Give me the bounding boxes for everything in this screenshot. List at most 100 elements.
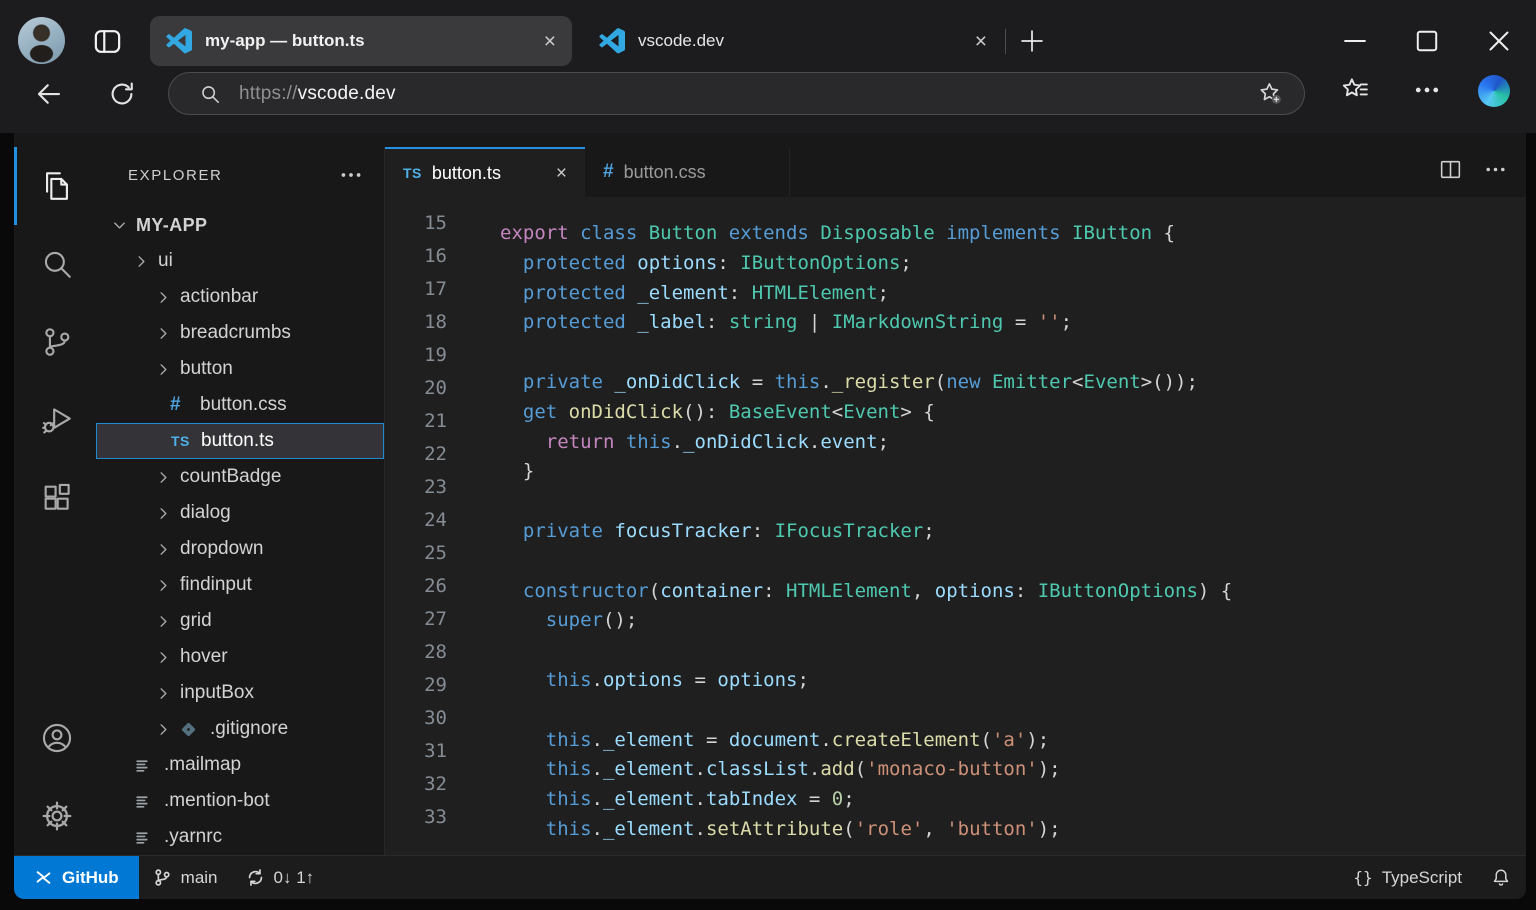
code-line[interactable]: this._element.classList.add('monaco-butt… xyxy=(500,755,1526,785)
settings-gear-icon[interactable] xyxy=(14,777,96,855)
window-close-button[interactable] xyxy=(1482,24,1516,58)
split-editor-icon[interactable] xyxy=(1438,157,1463,187)
editor-tab-button-css[interactable]: # button.css xyxy=(585,147,790,197)
tab-close-icon[interactable]: × xyxy=(556,164,567,183)
tree-item-label: .mention-bot xyxy=(164,790,270,812)
code-line[interactable]: constructor(container: HTMLElement, opti… xyxy=(500,577,1526,607)
tree-item-grid[interactable]: grid xyxy=(96,603,384,639)
code-line[interactable]: protected options: IButtonOptions; xyxy=(500,249,1526,279)
line-number: 29 xyxy=(385,669,447,702)
tree-root-my-app[interactable]: MY-APP xyxy=(96,207,384,243)
code-line[interactable]: this._element.tabIndex = 0; xyxy=(500,785,1526,815)
code-line[interactable]: this._element = document.createElement('… xyxy=(500,726,1526,756)
tree-item-label: .mailmap xyxy=(164,754,241,776)
browser-tab-active[interactable]: my-app — button.ts × xyxy=(150,16,572,66)
code-line[interactable] xyxy=(500,636,1526,666)
explorer-more-actions-icon[interactable] xyxy=(338,162,364,188)
code-editor[interactable]: 15161718192021222324252627282930313233 e… xyxy=(385,197,1526,855)
tree-item-label: ui xyxy=(158,250,173,272)
chevron-right-icon xyxy=(156,541,180,557)
tree-item-dot-mailmap[interactable]: .mailmap xyxy=(96,747,384,783)
tree-item-dot-gitignore[interactable]: .gitignore xyxy=(96,711,384,747)
chevron-right-icon xyxy=(156,361,180,377)
code-line[interactable] xyxy=(500,547,1526,577)
tree-item-ui[interactable]: ui xyxy=(96,243,384,279)
chevron-right-icon xyxy=(156,649,180,665)
tree-item-hover[interactable]: hover xyxy=(96,639,384,675)
editor-more-actions-icon[interactable] xyxy=(1483,157,1508,187)
tree-item-breadcrumbs[interactable]: breadcrumbs xyxy=(96,315,384,351)
notifications-item[interactable] xyxy=(1476,856,1526,899)
code-line[interactable]: } xyxy=(500,457,1526,487)
tree-item-dot-mention-bot[interactable]: .mention-bot xyxy=(96,783,384,819)
tree-item-actionbar[interactable]: actionbar xyxy=(96,279,384,315)
refresh-icon[interactable] xyxy=(107,79,137,109)
tree-item-countBadge[interactable]: countBadge xyxy=(96,459,384,495)
sync-status-item[interactable]: 0↓ 1↑ xyxy=(232,856,329,899)
address-bar[interactable]: https://vscode.dev xyxy=(168,72,1305,115)
language-mode-item[interactable]: {} TypeScript xyxy=(1339,856,1476,899)
code-line[interactable]: protected _element: HTMLElement; xyxy=(500,279,1526,309)
file-tree: MY-APP ui actionbar breadcrumbs button #butt… xyxy=(96,203,384,855)
browser-tab-strip: my-app — button.ts × vscode.dev × xyxy=(0,0,1536,83)
workspaces-icon[interactable] xyxy=(92,26,123,57)
code-line[interactable]: this._element.setAttribute('role', 'butt… xyxy=(500,815,1526,845)
tree-item-inputBox[interactable]: inputBox xyxy=(96,675,384,711)
favorites-bar-icon[interactable] xyxy=(1340,75,1370,105)
line-number: 21 xyxy=(385,405,447,438)
code-line[interactable] xyxy=(500,338,1526,368)
chevron-right-icon xyxy=(156,469,180,485)
browser-menu-icon[interactable] xyxy=(1412,75,1442,105)
window-maximize-button[interactable] xyxy=(1410,24,1444,58)
tree-item-button.ts[interactable]: TSbutton.ts xyxy=(96,423,384,459)
tree-item-label: countBadge xyxy=(180,466,281,488)
sync-counts: 0↓ 1↑ xyxy=(274,868,315,888)
line-number: 23 xyxy=(385,471,447,504)
search-sidebar-icon[interactable] xyxy=(14,225,96,303)
explorer-icon[interactable] xyxy=(14,147,96,225)
extensions-icon[interactable] xyxy=(14,459,96,537)
tab-close-icon[interactable]: × xyxy=(975,31,987,52)
code-line[interactable]: private focusTracker: IFocusTracker; xyxy=(500,517,1526,547)
branch-status-item[interactable]: main xyxy=(139,856,232,899)
line-number: 26 xyxy=(385,570,447,603)
browser-tab-inactive[interactable]: vscode.dev × xyxy=(593,16,993,66)
tree-item-dot-yarnrc[interactable]: .yarnrc xyxy=(96,819,384,855)
tree-item-button.css[interactable]: #button.css xyxy=(96,387,384,423)
editor-tab-button-ts[interactable]: TS button.ts × xyxy=(385,147,585,197)
code-line[interactable] xyxy=(500,487,1526,517)
git-file-icon xyxy=(180,721,197,738)
remote-icon xyxy=(34,868,53,887)
tree-item-label: button xyxy=(180,358,233,380)
tree-item-label: hover xyxy=(180,646,228,668)
tree-item-dropdown[interactable]: dropdown xyxy=(96,531,384,567)
account-icon[interactable] xyxy=(14,699,96,777)
remote-github-badge[interactable]: GitHub xyxy=(14,856,139,899)
window-minimize-button[interactable] xyxy=(1338,24,1372,58)
tree-item-button[interactable]: button xyxy=(96,351,384,387)
browser-profile-avatar[interactable] xyxy=(18,17,65,64)
code-line[interactable]: get onDidClick(): BaseEvent<Event> { xyxy=(500,398,1526,428)
add-favorite-icon[interactable] xyxy=(1257,80,1284,107)
tree-item-findinput[interactable]: findinput xyxy=(96,567,384,603)
back-icon[interactable] xyxy=(34,79,64,109)
copilot-icon[interactable] xyxy=(1478,75,1510,107)
code-line[interactable]: export class Button extends Disposable i… xyxy=(500,219,1526,249)
editor-tab-title: button.ts xyxy=(432,163,501,184)
chevron-right-icon xyxy=(134,253,158,269)
tree-item-dialog[interactable]: dialog xyxy=(96,495,384,531)
line-number: 19 xyxy=(385,339,447,372)
code-line[interactable]: protected _label: string | IMarkdownStri… xyxy=(500,308,1526,338)
code-line[interactable]: return this._onDidClick.event; xyxy=(500,428,1526,458)
git-branch-icon xyxy=(153,868,172,887)
tab-close-icon[interactable]: × xyxy=(544,31,556,52)
new-tab-button[interactable] xyxy=(1018,27,1046,55)
code-line[interactable] xyxy=(500,696,1526,726)
tree-item-label: actionbar xyxy=(180,286,258,308)
code-line[interactable]: super(); xyxy=(500,606,1526,636)
line-number: 17 xyxy=(385,273,447,306)
run-debug-icon[interactable] xyxy=(14,381,96,459)
code-line[interactable]: private _onDidClick = this._register(new… xyxy=(500,368,1526,398)
source-control-icon[interactable] xyxy=(14,303,96,381)
code-line[interactable]: this.options = options; xyxy=(500,666,1526,696)
